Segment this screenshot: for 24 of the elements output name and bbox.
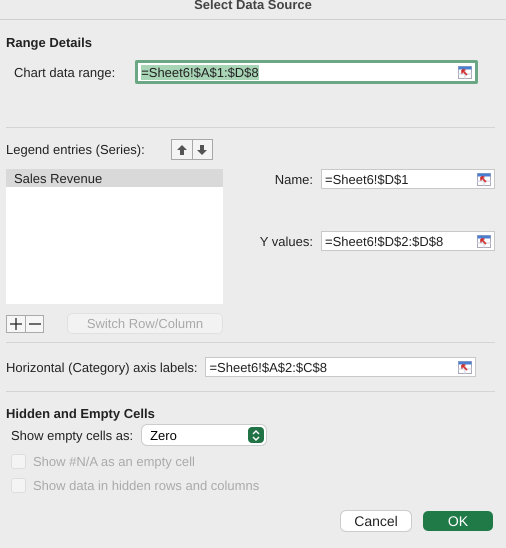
- range-field[interactable]: =Sheet6!$D$1: [321, 169, 495, 189]
- field-label: Name:: [274, 172, 313, 186]
- remove-button[interactable]: [25, 316, 43, 332]
- empty-cells-dropdown[interactable]: Zero: [142, 425, 266, 445]
- series-item[interactable]: Sales Revenue: [6, 169, 223, 187]
- checkbox-label: Show data in hidden rows and columns: [33, 478, 260, 493]
- field-label: Horizontal (Category) axis labels:: [6, 360, 198, 374]
- range-field[interactable]: =Sheet6!$A$1:$D$8: [135, 60, 478, 84]
- chevrons-icon: [252, 430, 260, 440]
- section-heading: Hidden and Empty Cells: [6, 406, 155, 421]
- plus-icon: [10, 318, 22, 330]
- range-field[interactable]: =Sheet6!$A$2:$C$8: [205, 357, 476, 377]
- range-field[interactable]: =Sheet6!$D$2:$D$8: [321, 231, 495, 251]
- checkbox-label: Show #N/A as an empty cell: [33, 454, 195, 469]
- up-arrow-icon: [176, 144, 188, 156]
- down-arrow-icon: [196, 144, 208, 156]
- ok-button[interactable]: OK: [423, 511, 493, 531]
- field-label: Y values:: [258, 234, 313, 248]
- field-label: Chart data range:: [14, 64, 116, 80]
- cancel-button[interactable]: Cancel: [341, 511, 411, 531]
- add-button[interactable]: [7, 316, 25, 332]
- field-label: Legend entries (Series):: [6, 142, 145, 157]
- field-label: Show empty cells as:: [11, 428, 134, 442]
- section-heading: Range Details: [6, 35, 92, 50]
